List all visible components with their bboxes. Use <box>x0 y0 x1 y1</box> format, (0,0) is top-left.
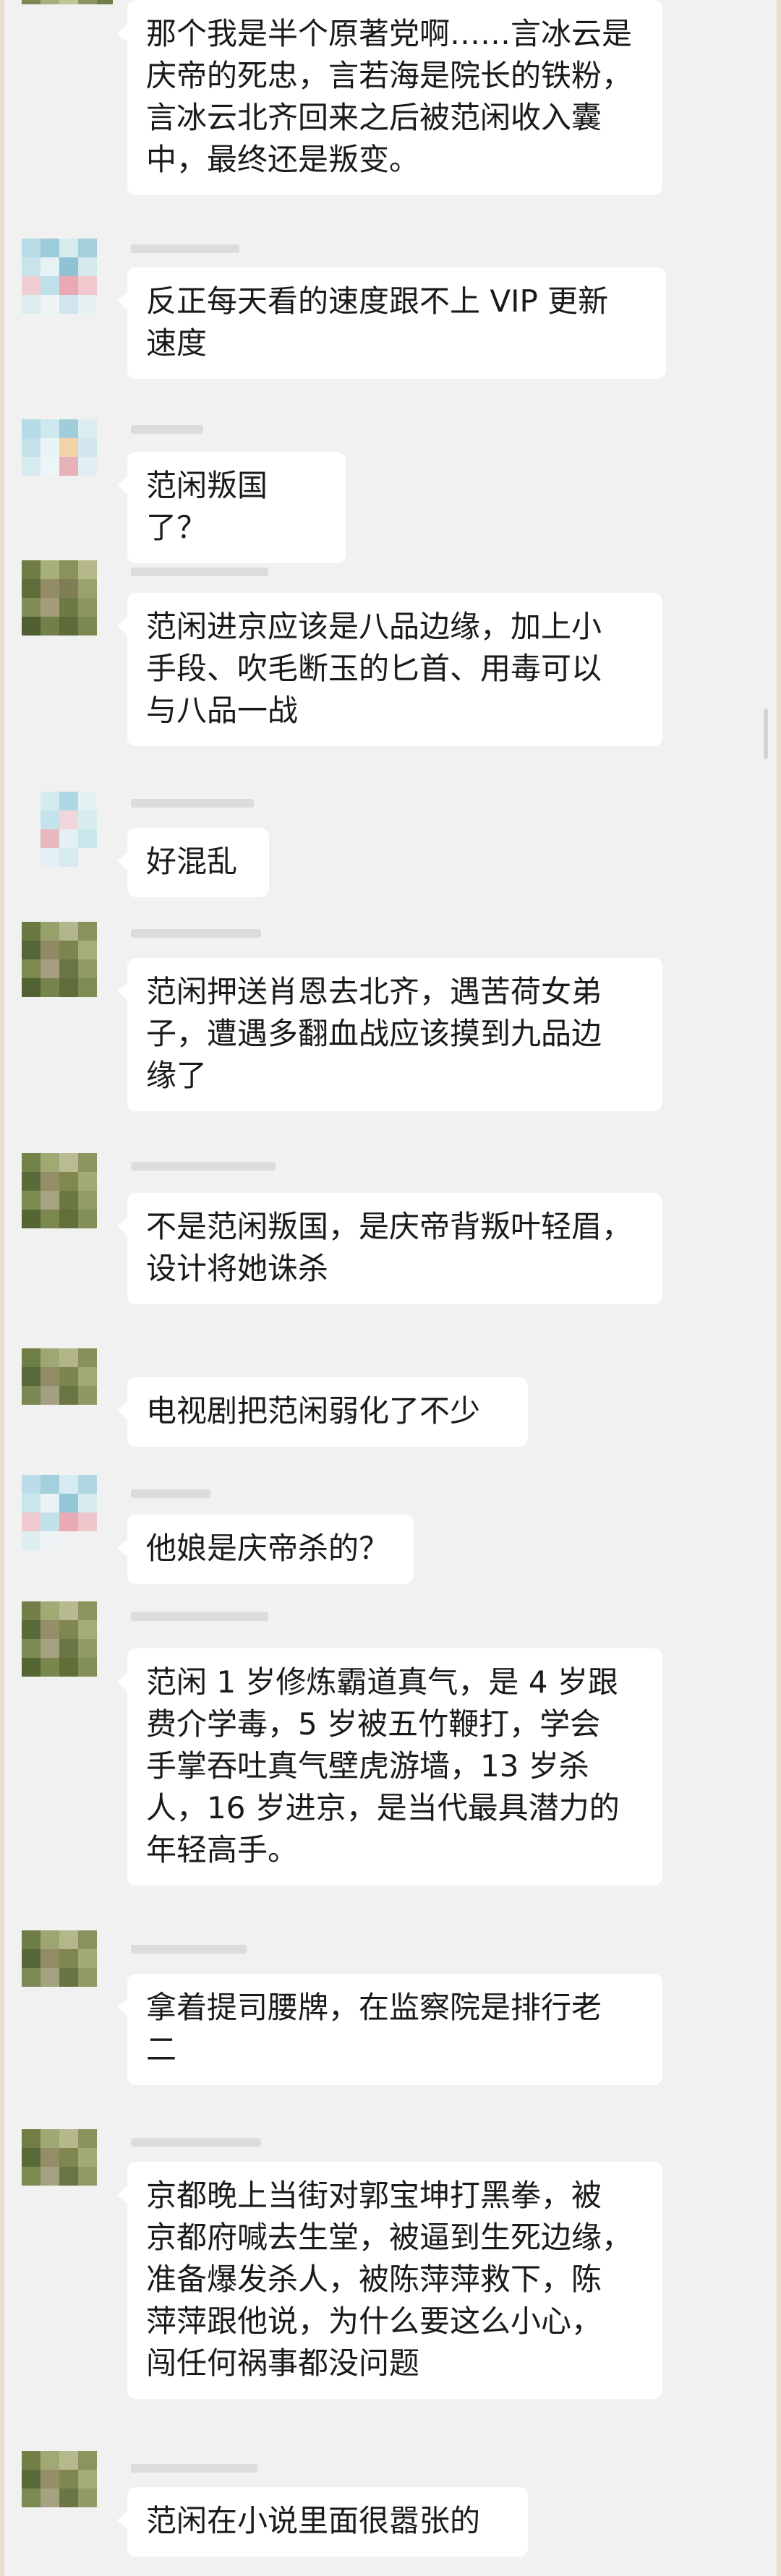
sender-name <box>131 929 261 938</box>
message-bubble[interactable]: 反正每天看的速度跟不上 VIP 更新 速度 <box>117 268 666 379</box>
sender-name <box>131 2464 257 2473</box>
message-bubble[interactable]: 好混乱 <box>117 828 269 897</box>
avatar[interactable] <box>22 1601 113 1693</box>
avatar[interactable] <box>22 2451 113 2542</box>
message-bubble[interactable]: 京都晚上当街对郭宝坤打黑拳，被 京都府喊去生堂，被逼到生死边缘， 准备爆发杀人，… <box>117 2162 662 2399</box>
sender-name <box>131 799 254 808</box>
message-bubble[interactable]: 不是范闲叛国，是庆帝背叛叶轻眉， 设计将她诛杀 <box>117 1193 662 1304</box>
scrollbar[interactable] <box>764 709 768 759</box>
sender-name <box>131 568 268 576</box>
avatar[interactable] <box>22 922 113 1013</box>
message-bubble[interactable]: 范闲叛国了？ <box>117 452 346 563</box>
message-bubble[interactable]: 拿着提司腰牌，在监察院是排行老 二 <box>117 1974 662 2085</box>
avatar[interactable] <box>22 239 113 330</box>
message-bubble[interactable]: 范闲进京应该是八品边缘，加上小 手段、吹毛断玉的匕首、用毒可以 与八品一战 <box>117 593 662 746</box>
avatar[interactable] <box>22 1930 113 2021</box>
sender-name <box>131 1162 276 1171</box>
message-bubble[interactable]: 范闲押送肖恩去北齐，遇苦荷女弟 子，遭遇多翻血战应该摸到九品边 缘了 <box>117 958 662 1111</box>
avatar[interactable] <box>22 560 113 651</box>
avatar[interactable] <box>22 1475 113 1566</box>
message-bubble[interactable]: 他娘是庆帝杀的？ <box>117 1515 414 1584</box>
sender-name <box>131 425 203 434</box>
message-bubble[interactable]: 范闲在小说里面很嚣张的 <box>117 2487 528 2556</box>
message-bubble[interactable]: 那个我是半个原著党啊……言冰云是 庆帝的死忠，言若海是院长的铁粉， 言冰云北齐回… <box>117 0 662 195</box>
chat-screen: 那个我是半个原著党啊……言冰云是 庆帝的死忠，言若海是院长的铁粉， 言冰云北齐回… <box>0 0 781 2576</box>
avatar[interactable] <box>22 2129 113 2220</box>
avatar[interactable] <box>22 1153 113 1244</box>
sender-name <box>131 1489 210 1498</box>
sender-name <box>131 2138 261 2147</box>
sender-name <box>131 244 239 253</box>
avatar[interactable] <box>22 0 113 77</box>
message-bubble[interactable]: 范闲 1 岁修炼霸道真气，是 4 岁跟 费介学毒，5 岁被五竹鞭打，学会 手掌吞… <box>117 1648 662 1886</box>
avatar[interactable] <box>22 792 113 883</box>
avatar[interactable] <box>22 419 113 510</box>
sender-name <box>131 1612 268 1621</box>
message-bubble[interactable]: 电视剧把范闲弱化了不少 <box>117 1377 528 1447</box>
sender-name <box>131 1945 247 1954</box>
avatar[interactable] <box>22 1348 113 1439</box>
